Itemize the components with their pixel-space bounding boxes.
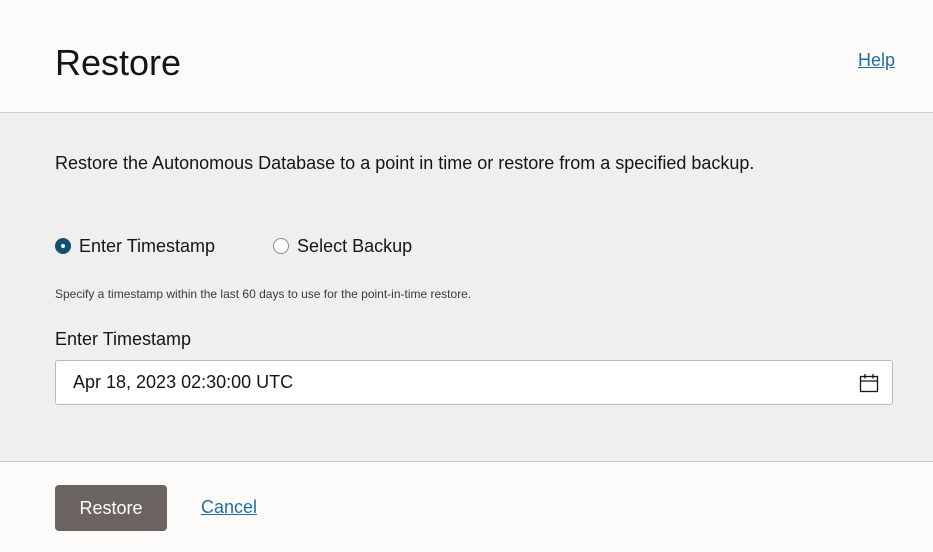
restore-type-radio-group: Enter Timestamp Select Backup [55, 233, 412, 259]
restore-dialog: Restore Help Restore the Autonomous Data… [0, 0, 933, 552]
radio-enter-timestamp[interactable]: Enter Timestamp [55, 236, 215, 257]
dialog-header: Restore Help [0, 0, 933, 113]
radio-select-backup[interactable]: Select Backup [273, 236, 412, 257]
dialog-title: Restore [55, 42, 182, 83]
dialog-description: Restore the Autonomous Database to a poi… [55, 153, 755, 173]
timestamp-input-container [55, 360, 893, 405]
dialog-footer: Restore Cancel [0, 462, 933, 552]
dialog-body: Restore the Autonomous Database to a poi… [0, 113, 933, 462]
cancel-link[interactable]: Cancel [201, 497, 257, 518]
radio-unselected-icon[interactable] [273, 238, 290, 254]
radio-enter-timestamp-label: Enter Timestamp [79, 235, 216, 256]
help-link[interactable]: Help [858, 50, 895, 71]
timestamp-hint: Specify a timestamp within the last 60 d… [55, 287, 472, 301]
radio-selected-icon[interactable] [55, 238, 71, 254]
restore-button[interactable]: Restore [55, 485, 167, 531]
radio-select-backup-label: Select Backup [297, 235, 413, 256]
calendar-icon[interactable] [858, 372, 880, 394]
timestamp-field-label: Enter Timestamp [55, 329, 192, 349]
timestamp-input[interactable] [56, 361, 846, 404]
